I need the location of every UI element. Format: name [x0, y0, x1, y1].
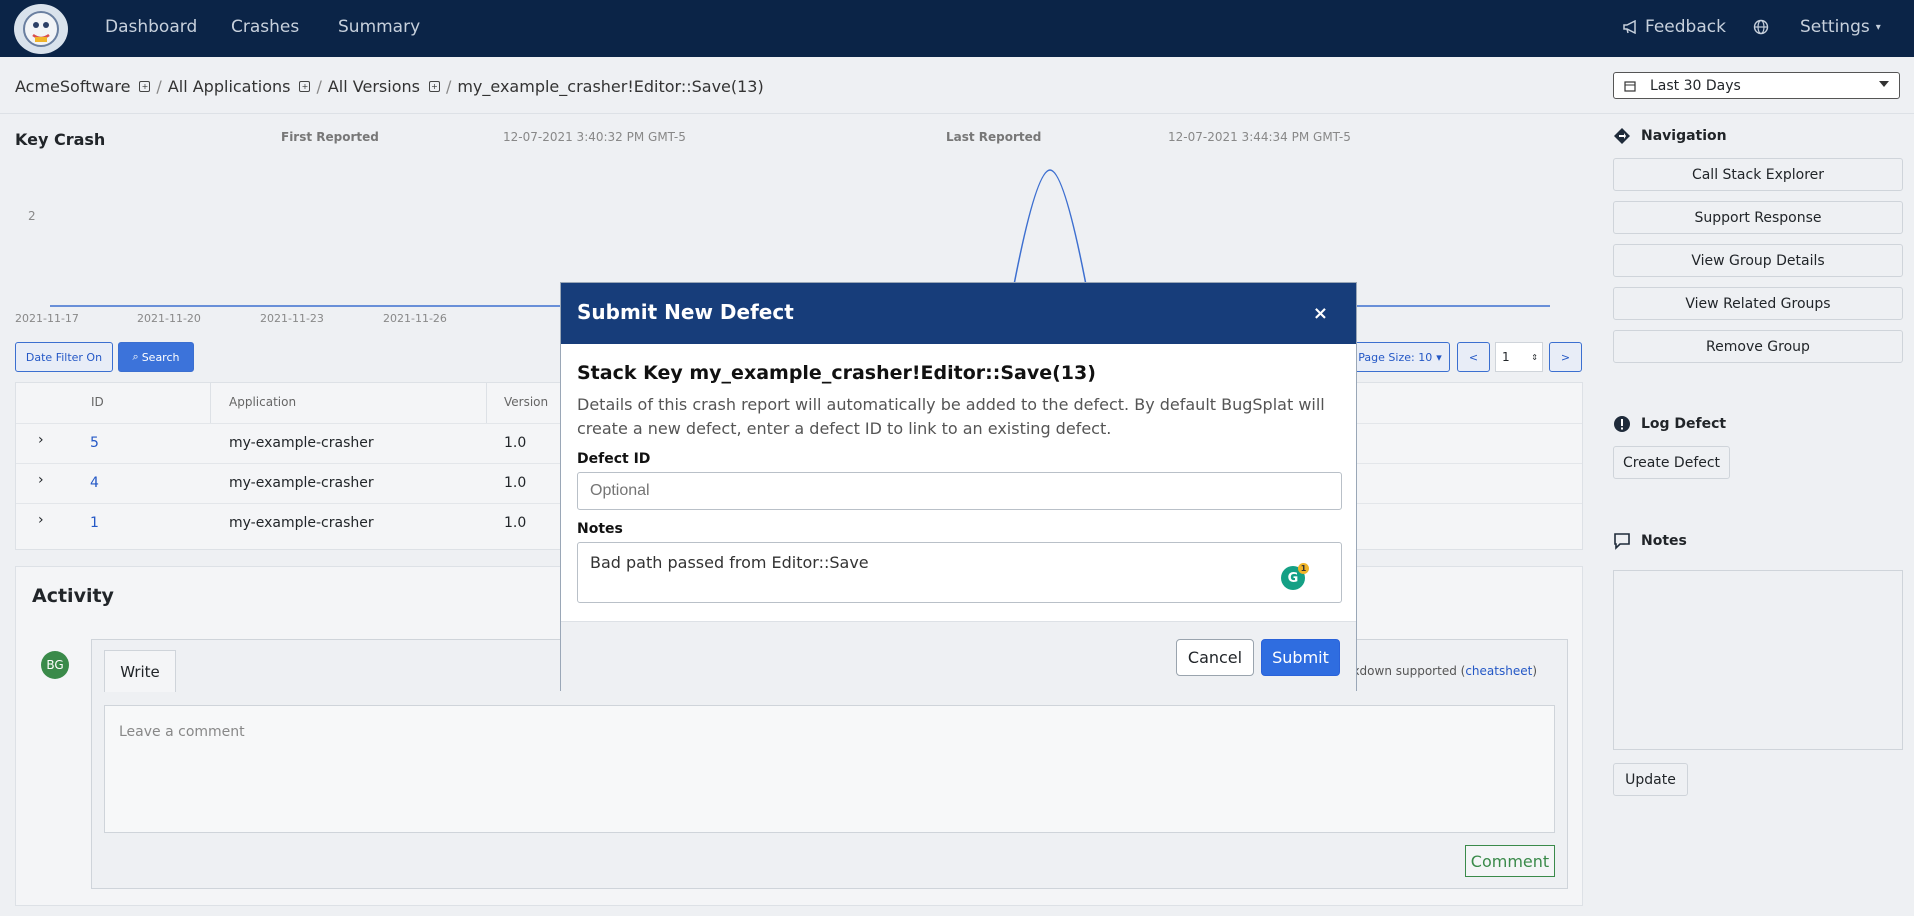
- stack-key-heading: Stack Key my_example_crasher!Editor::Sav…: [577, 362, 1096, 384]
- defect-id-input[interactable]: [577, 472, 1342, 510]
- submit-defect-modal: Submit New Defect × Stack Key my_example…: [560, 282, 1357, 691]
- modal-description: Details of this crash report will automa…: [577, 395, 1325, 438]
- grammarly-icon[interactable]: G1: [1281, 563, 1309, 590]
- modal-header: Submit New Defect ×: [561, 283, 1356, 344]
- modal-footer: Cancel Submit: [561, 621, 1356, 691]
- modal-title: Submit New Defect: [577, 300, 794, 324]
- close-icon[interactable]: ×: [1313, 303, 1328, 324]
- grammarly-badge: 1: [1298, 563, 1309, 574]
- notes-label: Notes: [577, 521, 623, 537]
- notes-value: Bad path passed from Editor::Save: [590, 553, 869, 572]
- submit-button[interactable]: Submit: [1261, 639, 1340, 676]
- defect-id-label: Defect ID: [577, 451, 651, 467]
- notes-textarea[interactable]: Bad path passed from Editor::Save G1: [577, 542, 1342, 603]
- cancel-button[interactable]: Cancel: [1176, 639, 1254, 676]
